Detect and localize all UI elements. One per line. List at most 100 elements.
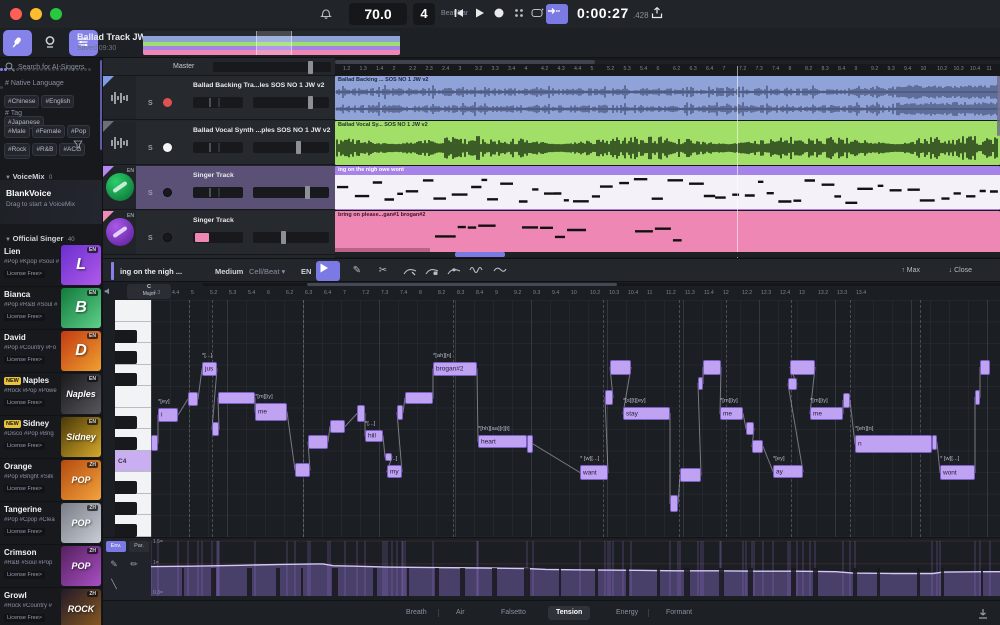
midi-note[interactable]: me xyxy=(810,407,843,420)
midi-note[interactable]: stay xyxy=(623,407,670,420)
filter-funnel-icon[interactable] xyxy=(72,138,84,150)
tag-chip-3[interactable]: #Pop xyxy=(67,125,90,138)
language-chip-2[interactable]: #English xyxy=(41,95,74,108)
midi-note[interactable]: heart xyxy=(478,435,527,448)
piano-roll-scrollbar[interactable] xyxy=(203,283,1000,286)
piano-key-black[interactable] xyxy=(115,481,137,494)
vibrato-tool-button[interactable] xyxy=(469,263,485,279)
midi-note[interactable]: my xyxy=(387,465,402,478)
singer-card-sidney[interactable]: NEWSidney#Disco #Pop #BrigLicense Free>S… xyxy=(0,416,103,459)
arm-record-dot[interactable] xyxy=(163,98,172,107)
pointer-tool-button[interactable] xyxy=(316,261,340,281)
midi-note[interactable] xyxy=(218,392,255,404)
tab-parameter[interactable]: Par. xyxy=(129,541,149,552)
midi-note[interactable]: n xyxy=(855,435,932,453)
piano-key-black[interactable] xyxy=(115,351,137,364)
minimap-viewport[interactable] xyxy=(256,31,292,55)
singer-card-growl[interactable]: Growl#Rock #Country #License Free>ROCKZH xyxy=(0,588,103,625)
piano-key-black[interactable] xyxy=(115,416,137,429)
singer-card-tangerine[interactable]: Tangerine#Pop #Cpop #CleaLicense Free>PO… xyxy=(0,502,103,545)
midi-note[interactable]: brogan#2 xyxy=(433,362,477,376)
maximize-editor-button[interactable]: ↑ Max xyxy=(901,267,920,274)
tag-chip-b-2[interactable]: #R&B xyxy=(32,143,57,156)
param-tab-breath[interactable]: Breath xyxy=(398,606,435,620)
record-mode-button[interactable] xyxy=(36,30,65,56)
track-header-row-2[interactable]: Ballad Vocal Synth ...ples SOS NO 1 JW v… xyxy=(103,121,335,165)
blank-voice-card[interactable]: BlankVoice Drag to start a VoiceMix xyxy=(0,180,103,224)
singer-card-naples[interactable]: NEWNaples#Rock #Pop #PoweLicense Free>Na… xyxy=(0,373,103,416)
track-header-row-4[interactable]: ENSinger TrackS xyxy=(103,211,335,255)
track-icon-cell[interactable] xyxy=(103,121,136,164)
midi-note[interactable] xyxy=(308,435,328,449)
piano-key-white[interactable] xyxy=(115,386,151,408)
piano-key-black[interactable] xyxy=(115,373,137,386)
grid-mode-dropdown[interactable]: Cell/Beat ▾ xyxy=(249,267,285,276)
midi-note[interactable] xyxy=(330,420,345,433)
tag-chip-2[interactable]: #Female xyxy=(32,125,65,138)
track-header-row-1[interactable]: Ballad Backing Tra...les SOS NO 1 JW v2S xyxy=(103,76,335,120)
pan-slider[interactable] xyxy=(193,187,243,198)
minimize-traffic-light[interactable] xyxy=(30,8,42,20)
singer-card-lien[interactable]: Lien#Pop #Kpop #Soul #License Free>LEN xyxy=(0,244,103,287)
speaker-icon[interactable] xyxy=(104,286,114,298)
export-icon[interactable] xyxy=(650,6,666,22)
track-icon-cell[interactable]: EN xyxy=(103,211,136,254)
midi-note[interactable] xyxy=(698,377,703,390)
midi-note[interactable] xyxy=(670,495,678,512)
piano-key-black[interactable] xyxy=(115,437,137,450)
pan-slider[interactable] xyxy=(193,232,243,243)
midi-note[interactable] xyxy=(980,360,990,375)
tab-envelope[interactable]: Env. xyxy=(106,541,126,552)
fader-handle[interactable] xyxy=(281,231,286,244)
zoom-traffic-light[interactable] xyxy=(50,8,62,20)
search-input[interactable]: Search for AI-Singers xyxy=(18,64,85,71)
midi-note[interactable] xyxy=(357,405,365,422)
volume-fader[interactable] xyxy=(253,187,329,198)
collapse-panel-icon[interactable] xyxy=(976,607,990,621)
loop-button[interactable] xyxy=(530,6,546,22)
arm-record-dot[interactable] xyxy=(163,188,172,197)
volume-fader[interactable] xyxy=(253,232,329,243)
lanes-bottom-scrollbar[interactable] xyxy=(335,252,1000,257)
param-tab-tension[interactable]: Tension xyxy=(548,606,590,620)
midi-note[interactable] xyxy=(188,392,198,406)
midi-note[interactable]: me xyxy=(720,407,743,420)
pan-slider[interactable] xyxy=(193,142,243,153)
midi-note[interactable] xyxy=(752,440,763,453)
smooth-tool-button[interactable] xyxy=(493,263,509,279)
editing-clip-name[interactable]: ing on the nigh ... xyxy=(120,267,182,276)
piano-key-black[interactable] xyxy=(115,330,137,343)
page-dot[interactable] xyxy=(88,68,91,71)
arm-record-dot[interactable] xyxy=(163,233,172,242)
midi-note[interactable] xyxy=(605,390,613,405)
tempo-display[interactable]: 70.0 xyxy=(349,3,407,25)
piano-key-black[interactable] xyxy=(115,524,137,537)
tag-chip-1[interactable]: #Male xyxy=(4,125,30,138)
solo-button[interactable]: S xyxy=(148,100,153,107)
piano-key-black[interactable] xyxy=(115,502,137,515)
singer-card-bianca[interactable]: Bianca#Pop #R&B #Soul #License Free>BEN xyxy=(0,287,103,330)
solo-button[interactable]: S xyxy=(148,145,153,152)
record-button[interactable] xyxy=(492,6,508,22)
midi-note[interactable] xyxy=(680,468,701,482)
quantize-value[interactable]: Medium xyxy=(215,267,243,276)
midi-note[interactable] xyxy=(788,378,797,390)
midi-note[interactable] xyxy=(746,422,754,435)
midi-note[interactable]: want xyxy=(580,465,608,480)
timeline-ruler[interactable]: 1.21.31.422.22.32.433.23.33.444.24.34.45… xyxy=(335,66,1000,76)
bell-icon[interactable] xyxy=(319,6,335,22)
piano-keys[interactable]: C4 xyxy=(115,300,151,537)
solo-button[interactable]: S xyxy=(148,235,153,242)
metronome-dots-button[interactable] xyxy=(512,6,528,22)
track-clip-4[interactable]: bring on please...gan#1 brogan#2 xyxy=(335,211,1000,255)
fader-handle[interactable] xyxy=(296,141,301,154)
midi-note[interactable] xyxy=(405,392,433,404)
midi-note[interactable] xyxy=(932,435,937,450)
close-traffic-light[interactable] xyxy=(10,8,22,20)
track-clip-1[interactable]: Ballad Backing ... SOS NO 1 JW v2 xyxy=(335,76,1000,120)
pan-slider[interactable] xyxy=(193,97,243,108)
line-tool[interactable]: ╲ xyxy=(107,578,121,590)
midi-note[interactable] xyxy=(212,422,219,436)
midi-note[interactable]: ay xyxy=(773,465,803,478)
playhead[interactable] xyxy=(737,66,738,258)
